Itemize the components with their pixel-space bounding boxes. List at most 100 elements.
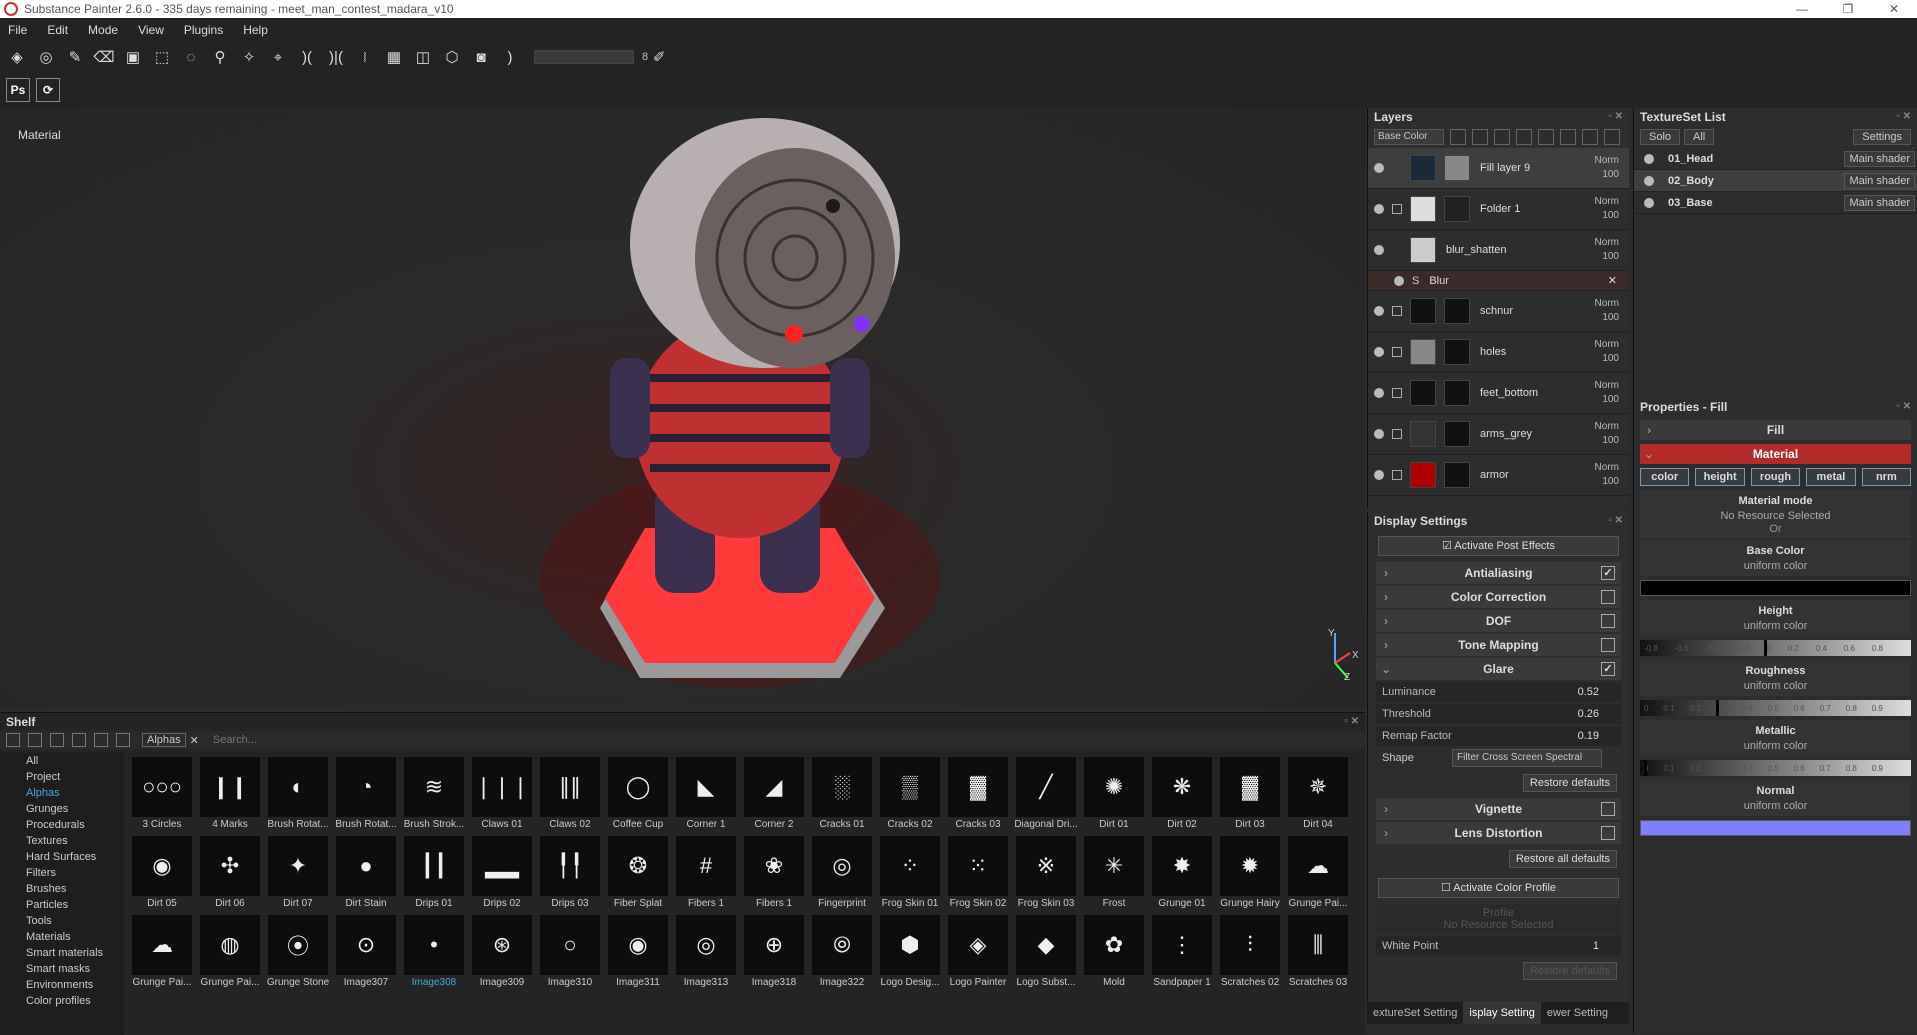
shelf-item[interactable]: ⦾ Image322 — [808, 915, 876, 994]
tab-display-settings[interactable]: isplay Setting — [1463, 1002, 1541, 1024]
param-value[interactable]: 1 — [1593, 940, 1599, 952]
menu-view[interactable]: View — [138, 23, 164, 37]
new-folder-icon[interactable] — [50, 733, 64, 747]
projection-icon[interactable]: ◎ — [35, 46, 57, 68]
channel-height-toggle[interactable]: height — [1695, 468, 1745, 486]
menu-file[interactable]: File — [8, 23, 27, 37]
mask-thumbnail[interactable] — [1444, 462, 1470, 488]
shader-select[interactable]: Main shader — [1844, 172, 1915, 189]
normal-color-swatch[interactable] — [1640, 820, 1911, 836]
brush-size-slider[interactable] — [534, 50, 634, 64]
display-close-icon[interactable]: ▫ ✕ — [1608, 512, 1623, 530]
category-environments[interactable]: Environments — [0, 977, 124, 993]
enable-checkbox[interactable] — [1601, 638, 1615, 652]
height-slider[interactable]: -0.8 -0.6 -0.4 -0.2 0 0.2 0.4 0.6 0.8 — [1640, 640, 1911, 656]
shelf-item[interactable]: ▓ Dirt 03 — [1216, 757, 1284, 836]
shader-select[interactable]: Main shader — [1844, 194, 1915, 211]
visibility-eye-icon[interactable] — [1374, 388, 1384, 398]
close-button[interactable]: ✕ — [1871, 0, 1917, 18]
restore-all-defaults-button[interactable]: Restore all defaults — [1508, 850, 1617, 868]
height-slider-handle[interactable] — [1764, 640, 1767, 656]
color-picker-icon[interactable]: ⌖ — [267, 46, 289, 68]
shelf-item[interactable]: ◉ Image311 — [604, 915, 672, 994]
shelf-close-icon[interactable]: ▫ ✕ — [1344, 713, 1359, 731]
shelf-item[interactable]: ╱ Diagonal Dri... — [1012, 757, 1080, 836]
menu-mode[interactable]: Mode — [88, 23, 118, 37]
layer-blend[interactable]: Norm 100 — [1595, 379, 1619, 407]
folder-expand-icon[interactable] — [1392, 204, 1402, 214]
remove-effect-icon[interactable]: ✕ — [1608, 274, 1617, 287]
view-cube-icon[interactable]: ▦ — [383, 46, 405, 68]
folder-expand-icon[interactable] — [1392, 429, 1402, 439]
3d-viewport[interactable]: Material Y X Z — [0, 108, 1365, 708]
clear-filter-icon[interactable]: ✕ — [190, 734, 199, 747]
polygon-fill-icon[interactable]: ⬚ — [151, 46, 173, 68]
shelf-item[interactable]: ◣ Corner 1 — [672, 757, 740, 836]
fill-section[interactable]: › Fill — [1640, 420, 1911, 440]
layers-close-icon[interactable]: ▫ ✕ — [1608, 108, 1623, 126]
shelf-item[interactable]: ❙❙ 4 Marks — [196, 757, 264, 836]
shelf-item[interactable]: # Fibers 1 — [672, 836, 740, 915]
shelf-item[interactable]: ▓ Cracks 03 — [944, 757, 1012, 836]
mirror-icon[interactable]: ⧘ — [354, 46, 376, 68]
shader-select[interactable]: Main shader — [1844, 150, 1915, 167]
effect-row[interactable]: S Blur ✕ — [1368, 271, 1629, 291]
activate-post-effects-toggle[interactable]: ☑ Activate Post Effects — [1378, 536, 1619, 556]
category-smart-materials[interactable]: Smart materials — [0, 945, 124, 961]
material-section[interactable]: ⌄ Material — [1640, 444, 1911, 464]
shelf-item[interactable]: ╿╿ Drips 03 — [536, 836, 604, 915]
shelf-item[interactable]: ⫼ Scratches 03 — [1284, 915, 1352, 994]
shelf-item[interactable]: ◐ Brush Rotat... — [264, 757, 332, 836]
enable-checkbox[interactable] — [1601, 614, 1615, 628]
symmetry-options-icon[interactable]: )|( — [325, 46, 347, 68]
shelf-item[interactable]: ∥∥ Claws 02 — [536, 757, 604, 836]
shelf-item[interactable]: ⁙ Frog Skin 02 — [944, 836, 1012, 915]
layer-row[interactable]: armor Norm 100 — [1368, 455, 1629, 496]
layer-row[interactable]: Folder 1 Norm 100 — [1368, 189, 1629, 230]
pen-pressure-icon[interactable]: ✐ — [648, 46, 670, 68]
shelf-item[interactable]: ◎ Image313 — [672, 915, 740, 994]
category-alphas[interactable]: Alphas — [0, 785, 124, 801]
add-fill-icon[interactable] — [1538, 129, 1554, 145]
shelf-item[interactable]: ▒ Cracks 02 — [876, 757, 944, 836]
remap-factor-slider[interactable]: Remap Factor 0.19 — [1376, 726, 1621, 746]
category-all[interactable]: All — [0, 753, 124, 769]
filter-tag-alphas[interactable]: Alphas — [142, 733, 186, 747]
settings-button[interactable]: Settings — [1853, 129, 1911, 145]
shelf-item[interactable]: ⁘ Frog Skin 01 — [876, 836, 944, 915]
visibility-eye-icon[interactable] — [1374, 163, 1384, 173]
delete-layer-icon[interactable] — [1604, 129, 1620, 145]
shelf-item[interactable]: ❂ Fiber Splat — [604, 836, 672, 915]
shelf-item[interactable]: ✳ Frost — [1080, 836, 1148, 915]
shelf-item[interactable]: ◈ Logo Painter — [944, 915, 1012, 994]
resource-updater-icon[interactable]: ⟳ — [36, 78, 60, 102]
roughness-slider-handle[interactable] — [1716, 700, 1719, 716]
white-point-slider[interactable]: White Point 1 — [1376, 936, 1621, 956]
add-folder-icon[interactable] — [1560, 129, 1576, 145]
layer-row[interactable]: arms_grey Norm 100 — [1368, 414, 1629, 455]
visibility-eye-icon[interactable] — [1374, 347, 1384, 357]
restore-defaults-button[interactable]: Restore defaults — [1522, 774, 1617, 792]
minimize-button[interactable]: — — [1779, 0, 1825, 18]
enable-checkbox[interactable]: ✓ — [1601, 662, 1615, 676]
shelf-item[interactable]: ◯ Coffee Cup — [604, 757, 672, 836]
material-mode-box[interactable]: Material mode No Resource Selected Or — [1640, 490, 1911, 538]
visibility-eye-icon[interactable] — [1374, 204, 1384, 214]
shelf-item[interactable]: • Image308 — [400, 915, 468, 994]
param-value[interactable]: 0.26 — [1578, 708, 1599, 720]
layer-row[interactable]: feet_bottom Norm 100 — [1368, 373, 1629, 414]
glare-section[interactable]: ⌄ Glare ✓ — [1376, 658, 1621, 680]
layer-blend[interactable]: Norm 100 — [1595, 195, 1619, 223]
tab-viewer-settings[interactable]: ewer Setting — [1541, 1007, 1614, 1019]
smudge-icon[interactable]: ◌ — [180, 46, 202, 68]
shelf-search-input[interactable]: Search... — [213, 734, 257, 746]
category-brushes[interactable]: Brushes — [0, 881, 124, 897]
mask-thumbnail[interactable] — [1444, 155, 1470, 181]
visibility-eye-icon[interactable] — [1374, 470, 1384, 480]
shelf-item[interactable]: ◎ Fingerprint — [808, 836, 876, 915]
shelf-item[interactable]: ● Dirt Stain — [332, 836, 400, 915]
luminance-slider[interactable]: Luminance 0.52 — [1376, 682, 1621, 702]
metallic-slider-handle[interactable] — [1644, 760, 1647, 776]
textureset-row[interactable]: 01_Head Main shader — [1634, 148, 1917, 170]
add-layer-icon[interactable] — [1516, 129, 1532, 145]
